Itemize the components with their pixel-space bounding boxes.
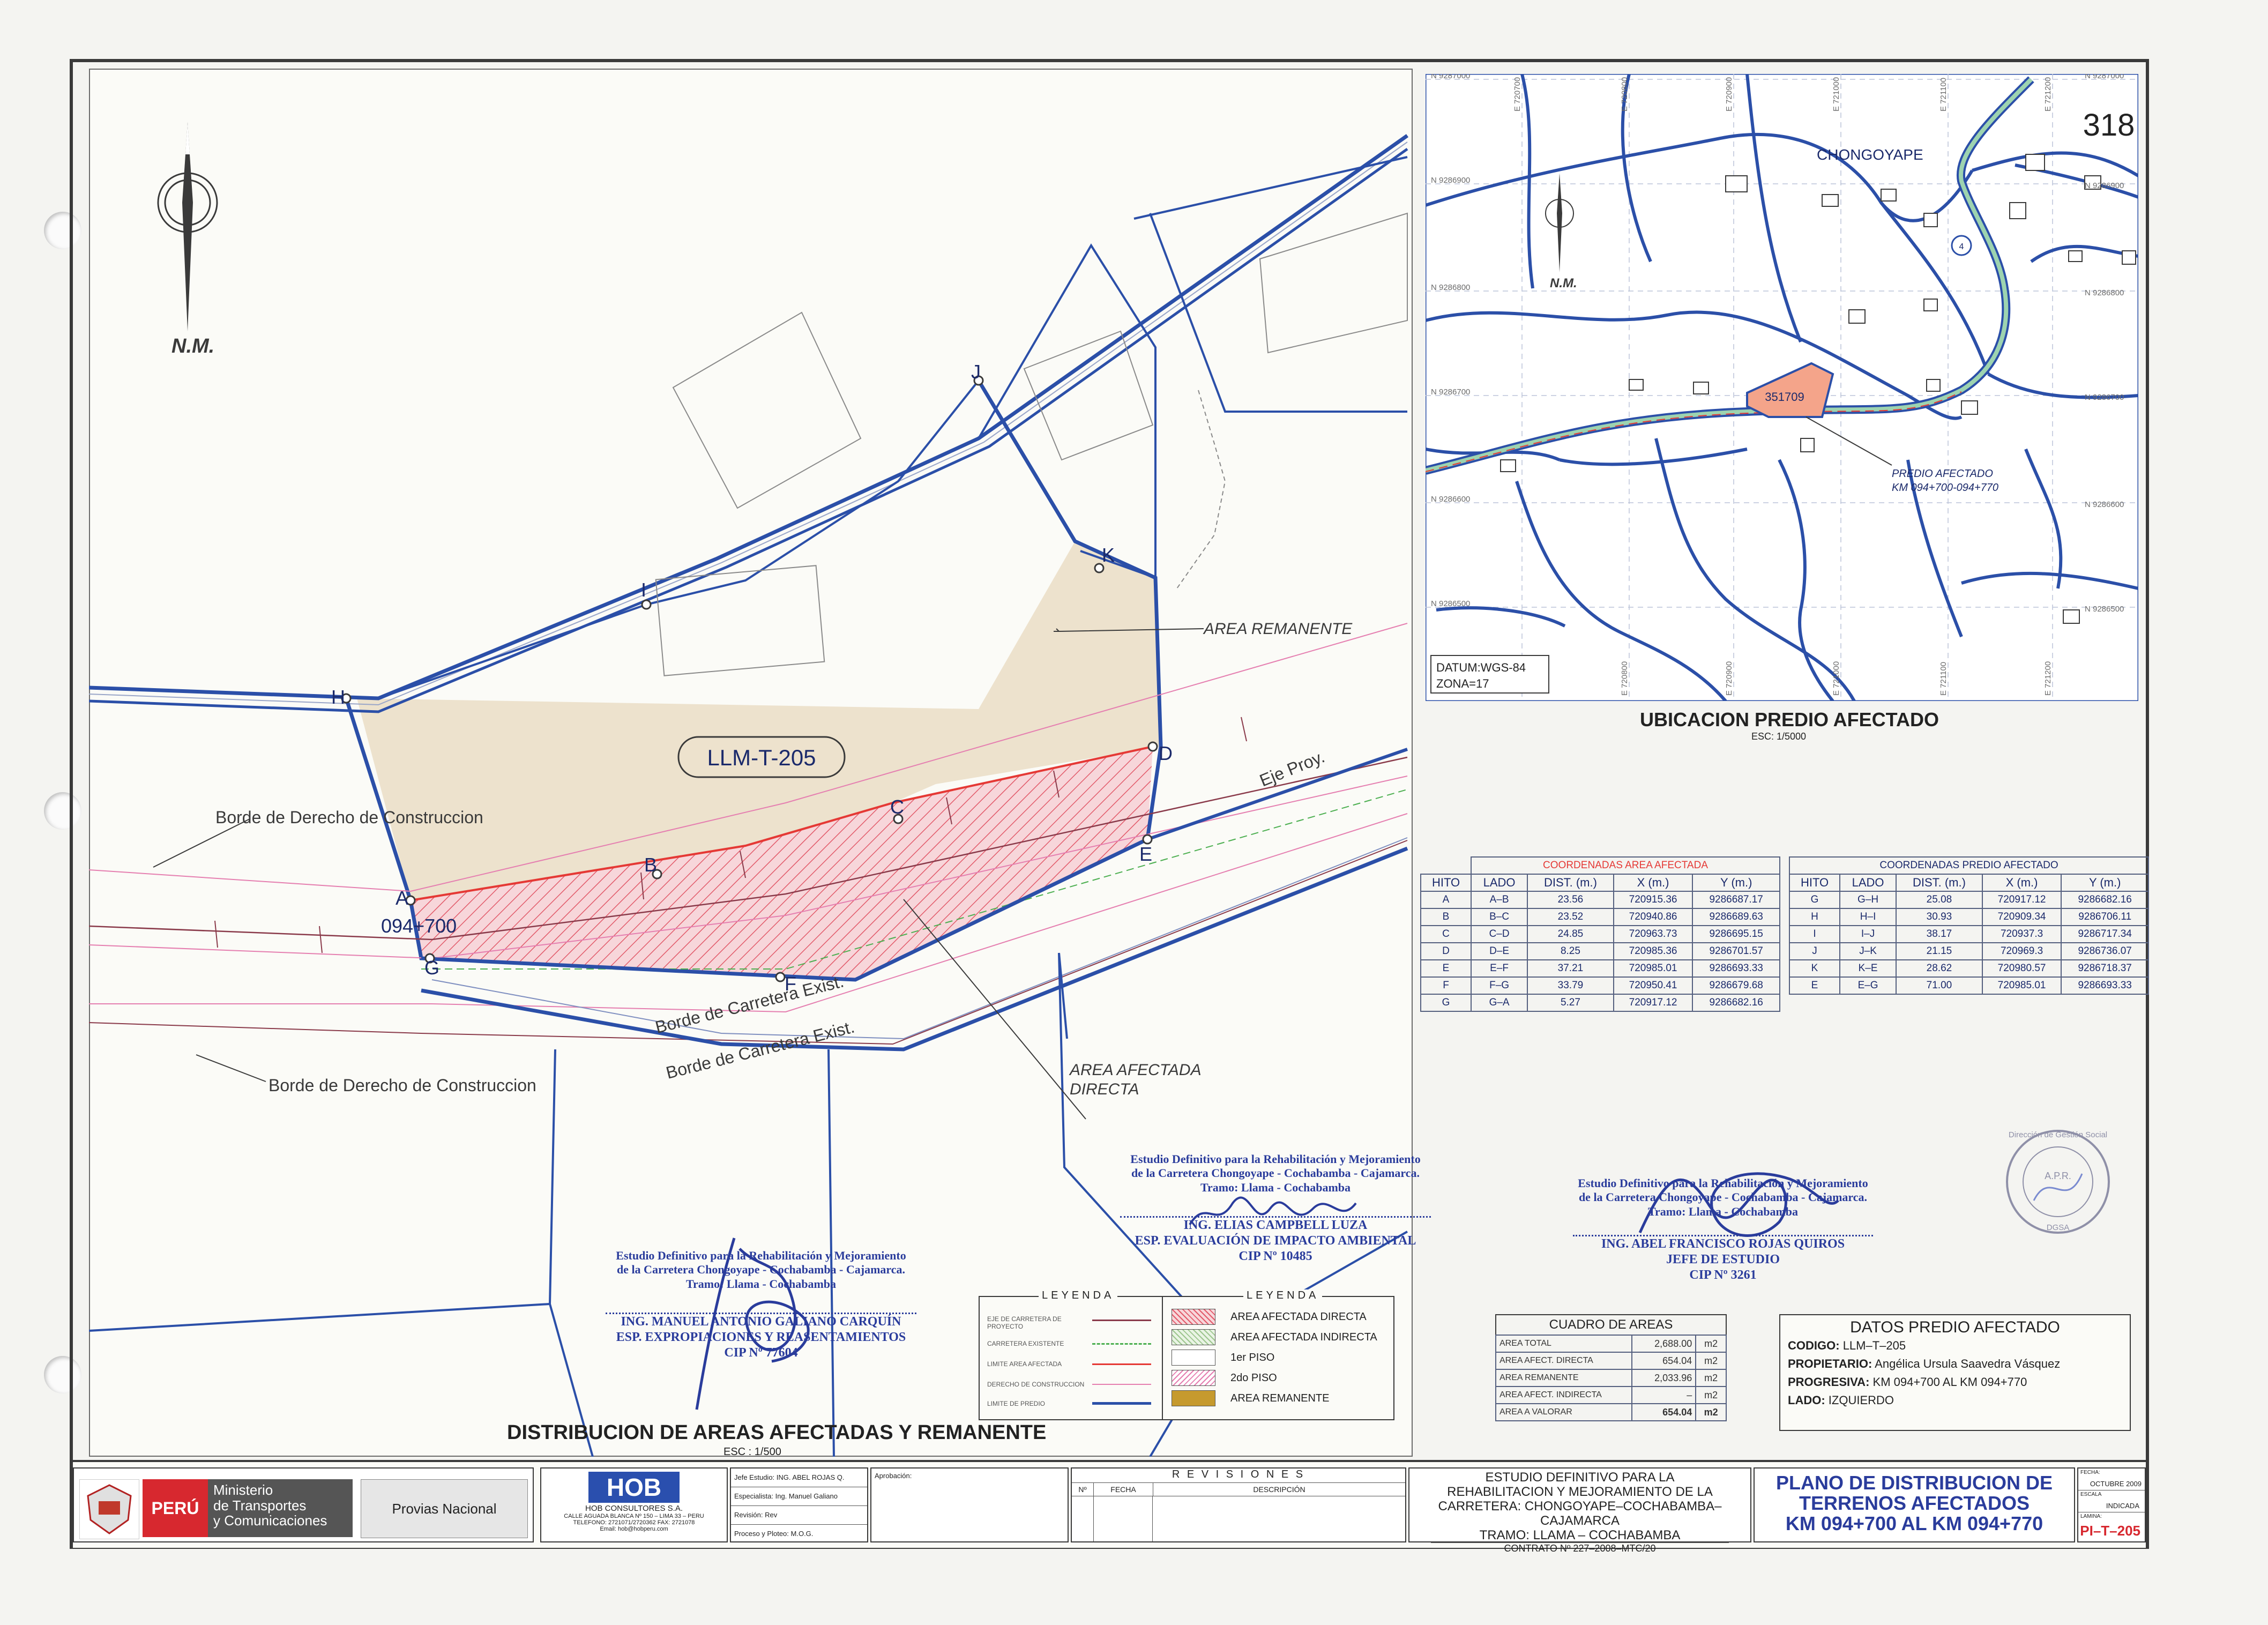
svg-text:DGSA: DGSA (2047, 1223, 2070, 1232)
svg-text:A.P.R.: A.P.R. (2045, 1171, 2071, 1181)
svg-text:N 9286800: N 9286800 (1431, 283, 1470, 292)
point-label: J (971, 361, 981, 383)
table-row: E E–F 37.21 720985.01 9286693.33 (1420, 959, 1780, 978)
datum-label: DATUM:WGS-84 (1436, 661, 1526, 674)
sheet-number: 318 (2083, 108, 2135, 143)
location-map-scale: ESC: 1/5000 (1751, 731, 1807, 742)
coord-afectada-table: COORDENADAS AREA AFECTADA HITO LADO DIST. … (1420, 856, 1780, 1012)
table-row: K K–E 28.62 720980.57 9286718.37 (1788, 959, 2149, 978)
table-row: H H–I 30.93 720909.34 9286706.11 (1788, 908, 2149, 926)
svg-text:E 721000: E 721000 (1832, 661, 1841, 696)
point-label: A (396, 887, 408, 909)
table-row: A A–B 23.56 720915.36 9286687.17 (1420, 891, 1780, 909)
cuadro-areas: CUADRO DE AREAS AREA TOTAL 2,688.00 m2 ARE… (1495, 1314, 1727, 1421)
datum-label: ZONA=17 (1436, 677, 1489, 690)
point-label: I (641, 579, 646, 601)
legend-areas: LEYENDA AREA AFECTADA DIRECTA AREA AFECT… (1162, 1289, 1394, 1420)
svg-text:N 9287000: N 9287000 (2085, 74, 2124, 80)
table-row: G G–H 25.08 720917.12 9286682.16 (1788, 891, 2149, 909)
signature-galiano (695, 1238, 810, 1410)
svg-text:E 720900: E 720900 (1725, 77, 1734, 111)
table-row: J J–K 21.15 720969.3 9286736.07 (1788, 942, 2149, 960)
social-seal: Dirección de Gestión Social A.P.R. DGSA (2006, 1130, 2110, 1234)
location-map-title: UBICACION PREDIO AFECTADO (1640, 709, 1939, 730)
point-label: H (331, 686, 345, 708)
svg-text:N 9286800: N 9286800 (2085, 288, 2124, 297)
svg-text:N 9286500: N 9286500 (2085, 605, 2124, 614)
svg-text:E 720800: E 720800 (1620, 77, 1629, 111)
coord-predio-title: COORDENADAS PREDIO AFECTADO (1789, 856, 2149, 875)
table-row: B B–C 23.52 720940.86 9286689.63 (1420, 908, 1780, 926)
area-remanente-label: AREA REMANENTE (1203, 620, 1353, 638)
town-label: CHONGOYAPE (1817, 146, 1923, 163)
datos-predio: DATOS PREDIO AFECTADO CODIGO: LLM–T–205 … (1779, 1314, 2131, 1431)
north-label: N.M. (171, 335, 214, 357)
borde-derecho-label: Borde de Derecho de Construccion (215, 808, 483, 827)
signature-rojas (1638, 1172, 1839, 1237)
point-label: B (644, 854, 657, 876)
svg-text:4: 4 (1959, 242, 1964, 251)
point-label: D (1159, 742, 1173, 764)
svg-text:N 9287000: N 9287000 (1431, 74, 1470, 80)
svg-text:N 9286900: N 9286900 (1431, 176, 1470, 185)
table-row: AREA AFECT. DIRECTA 654.04 m2 (1495, 1352, 1727, 1370)
svg-text:E 721100: E 721100 (1939, 662, 1948, 696)
svg-text:E 721000: E 721000 (1832, 77, 1841, 111)
table-row: G G–A 5.27 720917.12 9286682.16 (1420, 994, 1780, 1012)
location-parcel-id: 351709 (1765, 390, 1804, 404)
point-label: C (890, 796, 904, 818)
location-map: 351709 PREDIO AFECTADO KM 094+700-094+77… (1426, 74, 2138, 701)
predio-label: PREDIO AFECTADO (1892, 468, 1993, 480)
point-label: E (1139, 843, 1152, 865)
svg-text:N 9286600: N 9286600 (1431, 495, 1470, 504)
svg-text:E 720700: E 720700 (1513, 77, 1522, 111)
table-row: F F–G 33.79 720950.41 9286679.68 (1420, 977, 1780, 995)
coord-predio-table: COORDENADAS PREDIO AFECTADO HITO LADO DIST… (1788, 856, 2149, 995)
main-map-scale: ESC : 1/500 (723, 1446, 781, 1458)
table-row: AREA AFECT. INDIRECTA – m2 (1495, 1386, 1727, 1404)
svg-text:N 9286500: N 9286500 (1431, 599, 1470, 608)
svg-text:N 9286600: N 9286600 (2085, 500, 2124, 509)
table-row: AREA TOTAL 2,688.00 m2 (1495, 1335, 1727, 1353)
peru-shield-icon (79, 1479, 139, 1539)
svg-text:E 720800: E 720800 (1620, 661, 1629, 696)
table-row: AREA REMANENTE 2,033.96 m2 (1495, 1369, 1727, 1387)
legend-lines: LEYENDA EJE DE CARRETERA DE PROYECTO CAR… (979, 1289, 1164, 1420)
svg-text:N 9286700: N 9286700 (2085, 393, 2124, 402)
progressive-label: 094+700 (381, 915, 457, 937)
svg-text:E 720900: E 720900 (1725, 661, 1734, 696)
point-label: G (424, 957, 439, 979)
hob-logo: HOB (588, 1472, 680, 1503)
table-row: D D–E 8.25 720985.36 9286701.57 (1420, 942, 1780, 960)
point-label: K (1102, 544, 1115, 566)
area-afectada-label: AREA AFECTADA (1069, 1061, 1202, 1079)
svg-text:N 9286900: N 9286900 (2085, 181, 2124, 190)
coord-afectada-title: COORDENADAS AREA AFECTADA (1471, 856, 1780, 875)
parcel-code: LLM-T-205 (707, 745, 816, 770)
svg-text:E 721100: E 721100 (1939, 78, 1948, 111)
borde-derecho-label: Borde de Derecho de Construccion (268, 1076, 536, 1095)
svg-text:E 721200: E 721200 (2043, 661, 2053, 696)
area-afectada-label: DIRECTA (1070, 1080, 1139, 1098)
predio-label: KM 094+700-094+770 (1892, 482, 1998, 494)
table-row: E E–G 71.00 720985.01 9286693.33 (1788, 977, 2149, 995)
provias-label: Provias Nacional (361, 1479, 528, 1538)
main-map-title: DISTRIBUCION DE AREAS AFECTADAS Y REMANE… (507, 1421, 1047, 1444)
title-block: PERÚ Ministerio de Transportes y Comunic… (73, 1460, 2146, 1554)
svg-text:E 721200: E 721200 (2043, 77, 2053, 111)
peru-logo: PERÚ (143, 1479, 208, 1537)
svg-text:N 9286700: N 9286700 (1431, 387, 1470, 397)
lamina-number: PI–T–205 (2080, 1523, 2140, 1539)
table-row: AREA A VALORAR 654.04 m2 (1495, 1403, 1727, 1421)
svg-text:Dirección de Gestión Social: Dirección de Gestión Social (2009, 1130, 2107, 1139)
signature-campbell (1189, 1196, 1357, 1226)
north-label: N.M. (1550, 276, 1577, 290)
table-row: C C–D 24.85 720963.73 9286695.15 (1420, 925, 1780, 943)
table-row: I I–J 38.17 720937.3 9286717.34 (1788, 925, 2149, 943)
